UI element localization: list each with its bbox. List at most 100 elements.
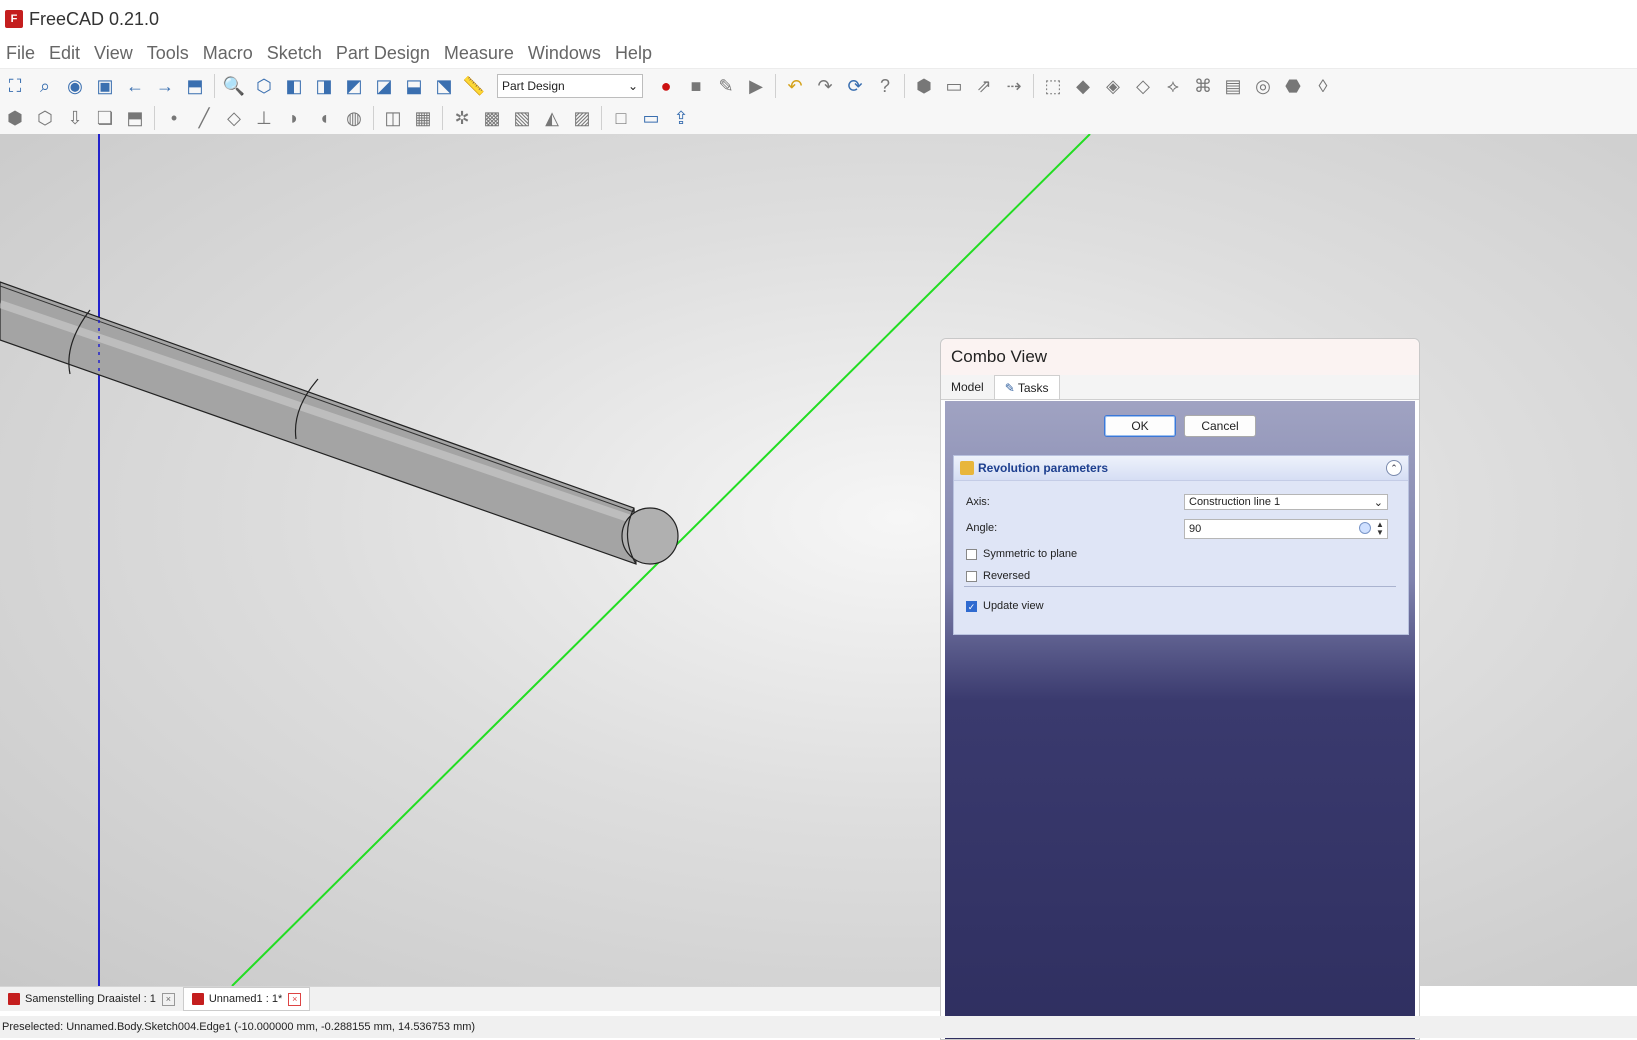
local-cs-icon[interactable]: ⊥	[251, 105, 277, 131]
spinbox-arrows-icon[interactable]: ▲ ▼	[1375, 521, 1385, 537]
stop-macro-icon[interactable]: ■	[683, 73, 709, 99]
reversed-row[interactable]: Reversed	[966, 570, 1030, 582]
sync-view-icon[interactable]: ⬒	[182, 73, 208, 99]
datum-line-icon[interactable]: ╱	[191, 105, 217, 131]
draw-style-icon[interactable]: ◉	[62, 73, 88, 99]
right-view-icon[interactable]: ◩	[341, 73, 367, 99]
whats-this-icon[interactable]: ?	[872, 73, 898, 99]
polar-pattern-icon[interactable]: ✲	[449, 105, 475, 131]
chamfer-icon[interactable]: ◖	[311, 105, 337, 131]
mirrored-icon[interactable]: ◫	[380, 105, 406, 131]
groove-icon[interactable]: ⬣	[1280, 73, 1306, 99]
fit-all-icon[interactable]: ⛶	[2, 73, 28, 99]
main-toolbar: ⛶ ⌕ ◉ ▣ ← → ⬒ 🔍 ⬡ ◧ ◨ ◩ ◪ ⬓ ⬔ 📏 Part Des…	[0, 68, 1637, 103]
save-document-icon[interactable]: ⇪	[668, 105, 694, 131]
pipe-icon[interactable]: ⟡	[1160, 73, 1186, 99]
expression-icon[interactable]	[1359, 522, 1371, 534]
scaled-icon[interactable]: ▧	[509, 105, 535, 131]
chevron-down-icon: ⌄	[1373, 496, 1383, 509]
new-document-icon[interactable]: □	[608, 105, 634, 131]
redo-icon[interactable]: ↷	[812, 73, 838, 99]
menu-file[interactable]: File	[0, 38, 42, 68]
collapse-icon[interactable]: ⌃	[1386, 460, 1402, 476]
body-icon[interactable]: ⬢	[2, 105, 28, 131]
helix-icon[interactable]: ⌘	[1190, 73, 1216, 99]
menu-edit[interactable]: Edit	[42, 38, 87, 68]
sketch-icon[interactable]: ⬚	[1040, 73, 1066, 99]
symmetric-checkbox[interactable]	[966, 548, 977, 560]
refresh-icon[interactable]: ⟳	[842, 73, 868, 99]
clone-icon[interactable]: ❏	[92, 105, 118, 131]
revolution-parameters-panel: Revolution parameters ⌃ Axis: Constructi…	[953, 455, 1409, 635]
workbench-selector[interactable]: Part Design ⌄	[497, 74, 643, 98]
bounding-box-icon[interactable]: ▣	[92, 73, 118, 99]
top-view-icon[interactable]: ◨	[311, 73, 337, 99]
hole-icon[interactable]: ◎	[1250, 73, 1276, 99]
pocket-icon[interactable]: ▤	[1220, 73, 1246, 99]
std-views-icon[interactable]: 🔍	[221, 73, 247, 99]
menu-measure[interactable]: Measure	[437, 38, 521, 68]
angle-input[interactable]: 90 ▲ ▼	[1184, 519, 1388, 539]
open-document-icon[interactable]: ▭	[638, 105, 664, 131]
create-body-icon[interactable]: ⬢	[911, 73, 937, 99]
menu-view[interactable]: View	[87, 38, 140, 68]
loft-icon[interactable]: ◇	[1130, 73, 1156, 99]
tab-model[interactable]: Model	[941, 375, 994, 399]
linear-pattern-icon[interactable]: ▦	[410, 105, 436, 131]
import-icon[interactable]: ⇩	[62, 105, 88, 131]
link-icon[interactable]: ⇢	[1001, 73, 1027, 99]
datum-plane-icon[interactable]: ◇	[221, 105, 247, 131]
reversed-checkbox[interactable]	[966, 570, 977, 582]
thickness-icon[interactable]: ▨	[569, 105, 595, 131]
tab-tasks[interactable]: ✎ Tasks	[993, 375, 1060, 399]
toolbar-separator	[154, 106, 155, 130]
menu-part-design[interactable]: Part Design	[329, 38, 437, 68]
datum-point-icon[interactable]: •	[161, 105, 187, 131]
menu-macro[interactable]: Macro	[196, 38, 260, 68]
forward-arrow-icon[interactable]: →	[152, 73, 178, 99]
edit-macro-icon[interactable]: ✎	[713, 73, 739, 99]
pencil-icon: ✎	[1004, 381, 1015, 395]
share-icon[interactable]: ⇗	[971, 73, 997, 99]
panel-title: Revolution parameters	[978, 461, 1109, 475]
update-view-checkbox[interactable]: ✓	[966, 600, 977, 612]
cylinder-model[interactable]	[0, 281, 679, 565]
panel-header[interactable]: Revolution parameters ⌃	[954, 456, 1408, 481]
boolean-icon[interactable]: ◭	[539, 105, 565, 131]
cancel-button[interactable]: Cancel	[1184, 415, 1256, 437]
multi-transform-icon[interactable]: ▩	[479, 105, 505, 131]
menu-help[interactable]: Help	[608, 38, 659, 68]
measure-icon[interactable]: 📏	[461, 73, 487, 99]
pad-icon[interactable]: ◆	[1070, 73, 1096, 99]
doc-tab-samenstelling[interactable]: Samenstelling Draaistel : 1 ×	[0, 988, 183, 1010]
close-icon[interactable]: ×	[161, 992, 175, 1006]
close-icon[interactable]: ×	[288, 992, 302, 1006]
undo-icon[interactable]: ↶	[782, 73, 808, 99]
bottom-view-icon[interactable]: ⬓	[401, 73, 427, 99]
shape-binder-icon[interactable]: ⬒	[122, 105, 148, 131]
axis-select[interactable]: Construction line 1 ⌄	[1184, 494, 1388, 510]
menu-windows[interactable]: Windows	[521, 38, 608, 68]
symmetric-label: Symmetric to plane	[983, 548, 1078, 560]
left-view-icon[interactable]: ⬔	[431, 73, 457, 99]
reversed-label: Reversed	[983, 570, 1031, 582]
symmetric-row[interactable]: Symmetric to plane	[966, 548, 1077, 560]
back-arrow-icon[interactable]: ←	[122, 73, 148, 99]
rear-view-icon[interactable]: ◪	[371, 73, 397, 99]
doc-tab-unnamed1[interactable]: Unnamed1 : 1* ×	[182, 987, 311, 1011]
draft-icon[interactable]: ◍	[341, 105, 367, 131]
open-folder-icon[interactable]: ▭	[941, 73, 967, 99]
record-macro-icon[interactable]: ●	[653, 73, 679, 99]
front-view-icon[interactable]: ◧	[281, 73, 307, 99]
run-macro-icon[interactable]: ▶	[743, 73, 769, 99]
fit-selection-icon[interactable]: ⌕	[32, 73, 58, 99]
subtractive-loft-icon[interactable]: ◊	[1310, 73, 1336, 99]
menu-tools[interactable]: Tools	[140, 38, 196, 68]
revolution-icon[interactable]: ◈	[1100, 73, 1126, 99]
menu-sketch[interactable]: Sketch	[260, 38, 329, 68]
update-view-row[interactable]: ✓ Update view	[966, 600, 1044, 612]
fillet-icon[interactable]: ◗	[281, 105, 307, 131]
ok-button[interactable]: OK	[1104, 415, 1176, 437]
isometric-view-icon[interactable]: ⬡	[251, 73, 277, 99]
part-icon[interactable]: ⬡	[32, 105, 58, 131]
